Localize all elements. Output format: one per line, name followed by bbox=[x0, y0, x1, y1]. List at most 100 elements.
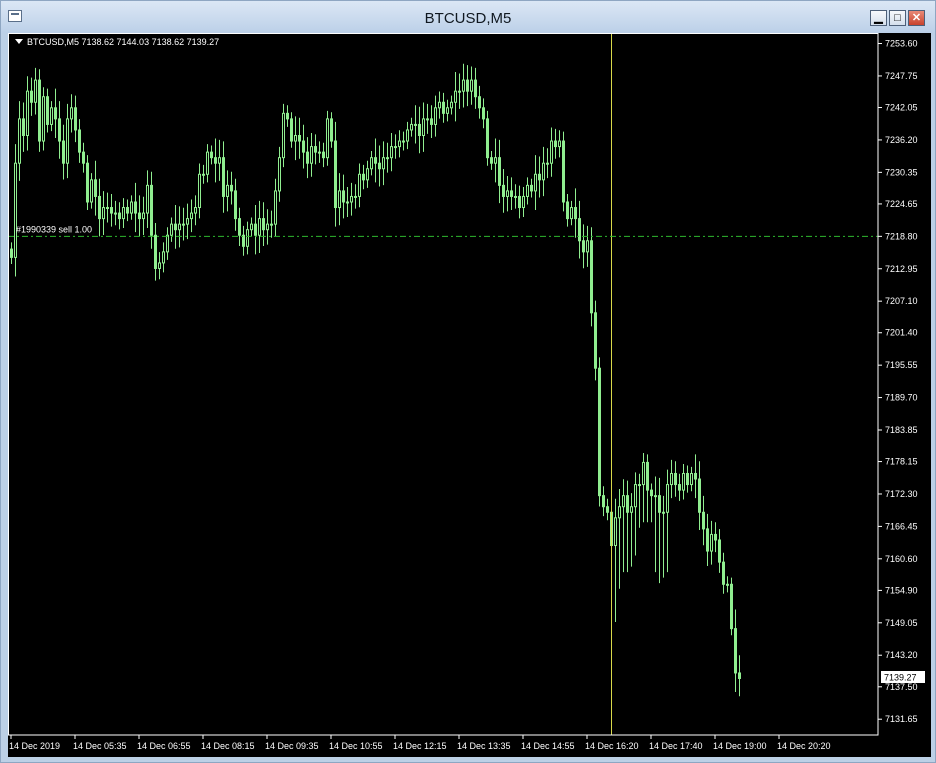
candle-body bbox=[10, 248, 13, 258]
candle bbox=[590, 227, 593, 327]
candle-body bbox=[642, 461, 645, 486]
candle bbox=[242, 225, 245, 256]
candle bbox=[298, 117, 301, 159]
candle-body bbox=[662, 511, 665, 514]
candle bbox=[306, 137, 309, 179]
dropdown-triangle-icon[interactable] bbox=[15, 39, 23, 44]
candle bbox=[542, 146, 545, 197]
candle-body bbox=[290, 118, 293, 142]
candle-body bbox=[202, 173, 205, 176]
candle-body bbox=[190, 212, 193, 220]
candle bbox=[66, 103, 69, 179]
candle bbox=[246, 221, 249, 255]
minimize-button[interactable]: ▁ bbox=[870, 10, 887, 26]
candle-body bbox=[562, 140, 565, 203]
candle bbox=[538, 156, 541, 198]
candle-body bbox=[482, 107, 485, 120]
candle-body bbox=[526, 184, 529, 197]
candle bbox=[422, 102, 425, 152]
candle bbox=[322, 142, 325, 168]
candle-body bbox=[510, 190, 513, 197]
candle bbox=[734, 609, 737, 693]
maximize-button[interactable]: □ bbox=[889, 10, 906, 26]
candle-body bbox=[266, 223, 269, 231]
price-chart[interactable]: #1990339 sell 1.00 7139.27 7253.60 7247.75… bbox=[8, 33, 931, 757]
candle bbox=[258, 200, 261, 253]
candle-body bbox=[102, 207, 105, 220]
candle bbox=[186, 203, 189, 240]
window-title: BTCUSD,M5 bbox=[424, 10, 512, 27]
candle-body bbox=[114, 212, 117, 215]
candle-body bbox=[126, 207, 129, 214]
candle bbox=[94, 160, 97, 216]
candle-body bbox=[602, 495, 605, 508]
candle bbox=[470, 66, 473, 105]
close-button[interactable]: ✕ bbox=[908, 10, 925, 26]
symbol-info-text: BTCUSD,M5 7138.62 7144.03 7138.62 7139.2… bbox=[27, 37, 220, 47]
candle-body bbox=[458, 90, 461, 93]
candle bbox=[358, 163, 361, 208]
candle-body bbox=[86, 162, 89, 203]
candle bbox=[294, 116, 297, 161]
candle bbox=[478, 85, 481, 119]
candle-body bbox=[234, 190, 237, 220]
candle bbox=[250, 217, 253, 237]
y-tick-label: 7242.05 bbox=[885, 103, 918, 113]
candle-body bbox=[478, 96, 481, 109]
candle-body bbox=[546, 162, 549, 165]
candle-body bbox=[550, 140, 553, 164]
candle-body bbox=[294, 135, 297, 142]
chart-canvas[interactable]: #1990339 sell 1.007139.27 7253.60 7247.75… bbox=[8, 33, 931, 757]
candle bbox=[434, 95, 437, 137]
candle-body bbox=[606, 506, 609, 513]
candle-body bbox=[110, 207, 113, 214]
x-tick-label: 14 Dec 14:55 bbox=[521, 741, 575, 751]
candle-body bbox=[594, 312, 597, 369]
candle bbox=[674, 461, 677, 497]
candle bbox=[130, 195, 133, 220]
candle bbox=[238, 207, 241, 247]
title-bar[interactable]: BTCUSD,M5 ▁ □ ✕ bbox=[1, 1, 935, 33]
y-tick-label: 7201.40 bbox=[885, 328, 918, 338]
candle bbox=[402, 131, 405, 151]
candle-body bbox=[634, 484, 637, 508]
candle-body bbox=[174, 223, 177, 231]
candle bbox=[394, 134, 397, 159]
candle-body bbox=[62, 140, 65, 164]
candle bbox=[410, 117, 413, 137]
candle bbox=[62, 124, 65, 180]
candle-body bbox=[30, 90, 33, 103]
candle bbox=[618, 488, 621, 589]
candle-body bbox=[130, 201, 133, 214]
candle bbox=[494, 138, 497, 183]
candle bbox=[326, 110, 329, 166]
candle-body bbox=[310, 146, 313, 164]
candle bbox=[662, 495, 665, 578]
candle-body bbox=[306, 151, 309, 164]
candle bbox=[254, 205, 257, 255]
candle-body bbox=[318, 151, 321, 154]
candle-body bbox=[438, 101, 441, 109]
candle-body bbox=[398, 140, 401, 148]
candle-body bbox=[346, 201, 349, 204]
x-tick-label: 14 Dec 20:20 bbox=[777, 741, 831, 751]
candle-body bbox=[206, 151, 209, 175]
candle bbox=[378, 145, 381, 187]
candle bbox=[386, 142, 389, 173]
candle-body bbox=[726, 583, 729, 586]
y-tick-label: 7253.60 bbox=[885, 39, 918, 49]
candle bbox=[454, 72, 457, 122]
candle-body bbox=[18, 118, 21, 164]
candle bbox=[146, 170, 149, 229]
candle-body bbox=[614, 517, 617, 547]
candles-group bbox=[10, 63, 741, 697]
candle-body bbox=[26, 90, 29, 137]
candle bbox=[114, 200, 117, 226]
candle-body bbox=[618, 506, 621, 519]
candle bbox=[158, 252, 161, 280]
candle bbox=[86, 155, 89, 211]
candle bbox=[522, 187, 525, 217]
candle-body bbox=[282, 112, 285, 159]
x-tick-label: 14 Dec 17:40 bbox=[649, 741, 703, 751]
candle-body bbox=[558, 140, 561, 148]
